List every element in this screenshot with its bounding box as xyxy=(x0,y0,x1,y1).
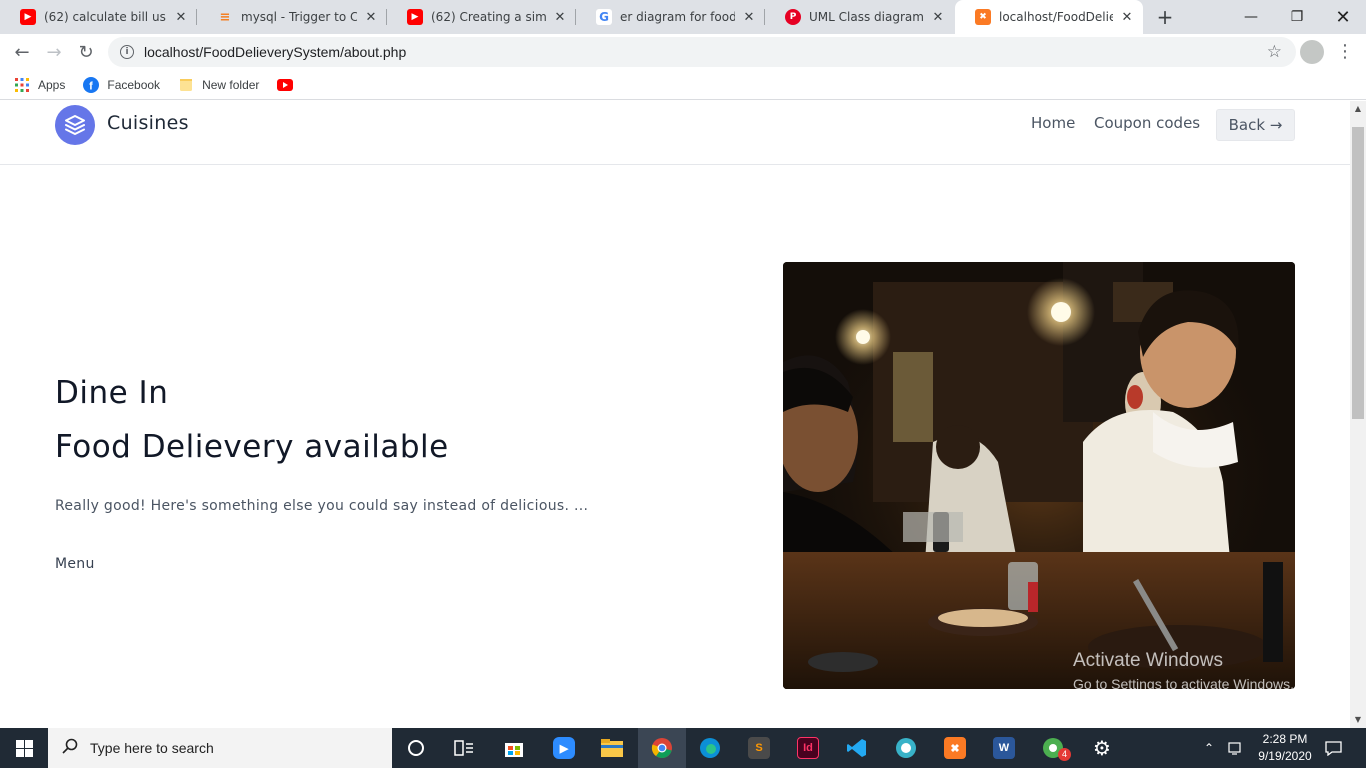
close-tab-icon[interactable]: ✕ xyxy=(363,10,379,25)
url-text: localhost/FoodDelieverySystem/about.php xyxy=(144,44,407,60)
close-tab-icon[interactable]: ✕ xyxy=(930,10,946,25)
svg-text:f: f xyxy=(90,80,94,92)
browser-menu-icon[interactable]: ⋮ xyxy=(1336,40,1354,64)
task-view-icon[interactable] xyxy=(440,728,488,768)
close-tab-icon[interactable]: ✕ xyxy=(1119,10,1135,25)
sublime-text-icon[interactable]: S xyxy=(735,728,783,768)
windows-taskbar: Type here to search ▶ S Id ✖ W 4 ⚙ ⌃ 2:2… xyxy=(0,728,1366,768)
site-header: Cuisines Home Coupon codes Back → xyxy=(0,101,1350,165)
new-tab-icon[interactable]: + xyxy=(1153,5,1177,29)
network-icon[interactable] xyxy=(1228,728,1244,768)
profile-avatar[interactable] xyxy=(1300,40,1324,64)
indesign-icon[interactable]: Id xyxy=(784,728,832,768)
stackoverflow-icon: ≡ xyxy=(219,9,231,25)
nav-home-link[interactable]: Home xyxy=(1031,114,1075,132)
reload-icon[interactable]: ↻ xyxy=(72,38,100,66)
bookmark-youtube[interactable] xyxy=(277,77,301,93)
xampp-icon: ✖ xyxy=(975,9,991,25)
vscode-icon[interactable] xyxy=(833,728,881,768)
bookmark-label: New folder xyxy=(202,77,260,92)
clock-date: 9/19/2020 xyxy=(1258,749,1312,763)
taskbar-search-box[interactable]: Type here to search xyxy=(48,728,392,768)
xampp-taskbar-icon[interactable]: ✖ xyxy=(931,728,979,768)
chrome-icon[interactable] xyxy=(638,728,686,768)
browser-tab[interactable]: ▶ (62) calculate bill using ✕ xyxy=(0,0,197,34)
tab-title: (62) calculate bill using xyxy=(44,10,167,24)
pinterest-icon: P xyxy=(785,9,801,25)
google-icon: G xyxy=(596,9,612,25)
forward-arrow-icon[interactable]: → xyxy=(40,38,68,66)
bookmark-apps[interactable]: Apps xyxy=(14,77,65,93)
info-icon[interactable]: i xyxy=(120,45,134,59)
close-tab-icon[interactable]: ✕ xyxy=(741,10,757,25)
cortana-icon[interactable] xyxy=(392,728,440,768)
restaurant-photo xyxy=(783,262,1295,689)
zoom-icon[interactable]: ▶ xyxy=(540,728,588,768)
nav-coupon-codes-link[interactable]: Coupon codes xyxy=(1094,114,1200,132)
menu-link[interactable]: Menu xyxy=(55,556,95,572)
folder-icon xyxy=(178,77,194,93)
back-button[interactable]: Back → xyxy=(1216,109,1295,141)
tab-title: er diagram for food del xyxy=(620,10,735,24)
youtube-icon: ▶ xyxy=(20,9,36,25)
apps-grid-icon xyxy=(14,77,30,93)
tab-title: UML Class diagram for xyxy=(809,10,924,24)
tab-title: mysql - Trigger to Calcu xyxy=(241,10,357,24)
hero-title-line1: Dine In xyxy=(55,375,169,411)
scroll-up-icon[interactable]: ▲ xyxy=(1350,101,1366,117)
tab-title: (62) Creating a simple N xyxy=(431,10,546,24)
word-icon[interactable]: W xyxy=(980,728,1028,768)
windows-start-icon[interactable] xyxy=(0,728,48,768)
browser-tab[interactable]: ≡ mysql - Trigger to Calcu ✕ xyxy=(197,0,387,34)
activate-windows-watermark: Activate Windows Go to Settings to activ… xyxy=(1073,650,1294,692)
file-explorer-icon[interactable] xyxy=(588,728,636,768)
bookmark-star-icon[interactable]: ☆ xyxy=(1267,42,1282,62)
tray-chevron-icon[interactable]: ⌃ xyxy=(1204,728,1214,768)
browser-tab-strip: ▶ (62) calculate bill using ✕ ≡ mysql - … xyxy=(0,0,1366,34)
browser-toolbar: ← → ↻ i localhost/FoodDelieverySystem/ab… xyxy=(0,34,1366,70)
close-tab-icon[interactable]: ✕ xyxy=(552,10,568,25)
browser-tab[interactable]: ▶ (62) Creating a simple N ✕ xyxy=(387,0,576,34)
bookmark-label: Facebook xyxy=(107,77,161,92)
hero-description: Really good! Here's something else you c… xyxy=(55,498,589,514)
bookmark-facebook[interactable]: f Facebook xyxy=(83,76,161,93)
bookmarks-bar: Apps f Facebook New folder xyxy=(0,70,1366,100)
bookmark-new-folder[interactable]: New folder xyxy=(178,77,259,93)
browser-tab[interactable]: G er diagram for food del ✕ xyxy=(576,0,765,34)
close-tab-icon[interactable]: ✕ xyxy=(173,10,189,25)
taskbar-search-placeholder: Type here to search xyxy=(90,740,214,756)
hero-title-line2: Food Delievery available xyxy=(55,429,449,465)
logo-icon[interactable] xyxy=(55,105,95,145)
youtube-icon xyxy=(277,77,294,93)
tab-title: localhost/FoodDelievery xyxy=(999,10,1113,24)
web-page: Cuisines Home Coupon codes Back → Dine I… xyxy=(0,101,1350,728)
minimize-icon[interactable]: — xyxy=(1228,0,1274,34)
microsoft-store-icon[interactable] xyxy=(490,728,538,768)
system-clock[interactable]: 2:28 PM 9/19/2020 xyxy=(1250,731,1320,765)
search-icon xyxy=(62,738,78,758)
app-circle-icon[interactable] xyxy=(882,728,930,768)
edge-icon[interactable] xyxy=(686,728,734,768)
watermark-title: Activate Windows xyxy=(1073,650,1223,671)
settings-gear-icon[interactable]: ⚙ xyxy=(1078,728,1126,768)
restore-icon[interactable]: ❐ xyxy=(1274,0,1320,34)
notifications-icon[interactable] xyxy=(1325,728,1342,768)
facebook-icon: f xyxy=(83,76,100,93)
youtube-icon: ▶ xyxy=(407,9,423,25)
close-window-icon[interactable]: ✕ xyxy=(1320,0,1366,34)
bookmark-label: Apps xyxy=(38,77,66,92)
page-scrollbar[interactable]: ▲ ▼ xyxy=(1350,101,1366,728)
back-arrow-icon[interactable]: ← xyxy=(8,38,36,66)
chrome-profile-icon[interactable]: 4 xyxy=(1029,728,1077,768)
browser-tab-active[interactable]: ✖ localhost/FoodDelievery ✕ xyxy=(955,0,1143,34)
brand-name[interactable]: Cuisines xyxy=(107,112,189,134)
notification-badge: 4 xyxy=(1058,748,1071,761)
address-bar[interactable]: i localhost/FoodDelieverySystem/about.ph… xyxy=(108,37,1296,67)
scroll-down-icon[interactable]: ▼ xyxy=(1350,712,1366,728)
browser-tab[interactable]: P UML Class diagram for ✕ xyxy=(765,0,954,34)
watermark-subtitle: Go to Settings to activate Windows. xyxy=(1073,676,1294,692)
clock-time: 2:28 PM xyxy=(1262,732,1308,746)
scrollbar-thumb[interactable] xyxy=(1352,127,1364,419)
